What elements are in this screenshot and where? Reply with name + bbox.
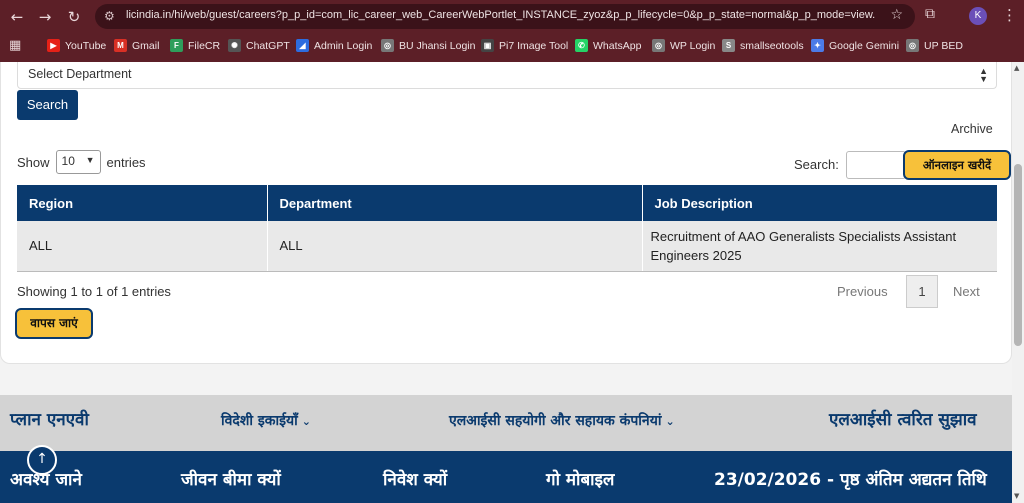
address-row: ← → ↻ ⚙ licindia.in/hi/web/guest/careers… [0,0,1024,33]
page-number-button[interactable]: 1 [906,275,938,308]
bookmark-label: Google Gemini [829,39,900,52]
table-info: Showing 1 to 1 of 1 entries [17,284,171,299]
bookmark-chatgpt[interactable]: ✺ ChatGPT [228,37,290,54]
bookmark-pi7-image-tool[interactable]: ▣ Pi7 Image Tool [481,37,568,54]
select-arrows-icon: ▲ ▼ [979,66,988,84]
chevron-down-icon: ⌄ [301,415,311,428]
bookmark-label: WP Login [670,39,716,52]
last-updated-date: 23/02/2026 - पृष्ठ अंतिम अद्यतन तिथि [714,470,987,490]
gemini-icon: ✦ [811,39,824,52]
whatsapp-icon: ✆ [575,39,588,52]
youtube-icon: ▶ [47,39,60,52]
bookmark-label: Admin Login [314,39,373,52]
bookmark-up-bed[interactable]: ◎ UP BED [906,37,963,54]
department-select-value: Select Department [28,67,132,81]
browser-chrome: ← → ↻ ⚙ licindia.in/hi/web/guest/careers… [0,0,1024,62]
footer-link-why-invest[interactable]: निवेश क्यों [383,467,447,490]
cell-department: ALL [267,221,643,272]
department-select[interactable]: Select Department ▲ ▼ [17,62,997,89]
bookmark-label: Pi7 Image Tool [499,39,569,52]
back-arrow-icon[interactable]: ← [6,6,28,28]
browser-menu-icon[interactable]: ⋮ [1002,6,1017,24]
table-header-row: Region Department Job Description [17,185,997,221]
bookmark-bu-jhansi-login[interactable]: ◎ BU Jhansi Login [381,37,475,54]
pi7-icon: ▣ [481,39,494,52]
table-search-input[interactable] [846,151,906,179]
bookmark-label: smallseotools [740,39,804,52]
arrow-up-icon: ↑ [36,451,48,467]
entries-select-value: 10 [61,154,75,168]
globe-icon: ◎ [652,39,665,52]
bookmark-label: ChatGPT [246,39,290,52]
globe-icon: ◎ [906,39,919,52]
entries-label: entries [106,154,146,170]
bookmark-label: UP BED [924,39,963,52]
site-info-icon[interactable]: ⚙ [104,8,118,24]
online-buy-button[interactable]: ऑनलाइन खरीदें [903,150,1011,180]
footer-link-foreign-units[interactable]: विदेशी इकाईयाँ ⌄ [221,411,311,430]
chevron-down-icon: ⌄ [665,415,675,428]
bookmark-whatsapp[interactable]: ✆ WhatsApp [575,37,641,54]
globe-icon: ◎ [381,39,394,52]
previous-page-button[interactable]: Previous [837,284,888,299]
bookmark-google-gemini[interactable]: ✦ Google Gemini [811,37,899,54]
jobs-table: Region Department Job Description ALL AL… [17,185,997,272]
footer-links-light: प्लान एनएवी विदेशी इकाईयाँ ⌄ एलआईसी सहयोग… [0,395,1012,451]
bookmark-admin-login[interactable]: ◢ Admin Login [296,37,372,54]
next-page-button[interactable]: Next [953,284,980,299]
smallseotools-icon: S [722,39,735,52]
footer-link-quick-suggestions[interactable]: एलआईसी त्वरित सुझाव [829,407,977,430]
table-search-label: Search: [794,157,839,172]
bookmark-filecr[interactable]: F FileCR [170,37,220,54]
scroll-down-arrow-icon[interactable]: ▼ [1014,492,1019,500]
column-header-department[interactable]: Department [267,185,643,221]
table-row: ALL ALL Recruitment of AAO Generalists S… [17,221,997,272]
gmail-icon: M [114,39,127,52]
footer-link-why-insurance[interactable]: जीवन बीमा क्यों [181,467,281,490]
entries-length-control: Show 10 ▼ entries [17,150,146,174]
bookmark-star-icon[interactable]: ☆ [890,7,903,23]
footer-link-plan-nav[interactable]: प्लान एनएवी [10,407,89,430]
archive-link[interactable]: Archive [951,122,993,136]
scroll-up-arrow-icon[interactable]: ▲ [1014,64,1019,72]
bookmarks-bar: ▶ YouTube M Gmail F FileCR ✺ ChatGPT ◢ Admin Logi… [0,33,1024,58]
go-back-button[interactable]: वापस जाएं [15,308,93,339]
admin-login-icon: ◢ [296,39,309,52]
column-header-region[interactable]: Region [17,185,268,221]
scrollbar-thumb[interactable] [1014,164,1022,346]
column-header-job-description[interactable]: Job Description [642,185,997,221]
bookmark-label: BU Jhansi Login [399,39,476,52]
bookmark-youtube[interactable]: ▶ YouTube [47,37,106,54]
footer-link-associates-label: एलआईसी सहयोगी और सहायक कंपनियां [449,413,662,429]
profile-avatar[interactable]: K [969,7,987,25]
footer-link-foreign-units-label: विदेशी इकाईयाँ [221,413,298,429]
chevron-down-icon: ▼ [85,155,95,165]
reload-icon[interactable]: ↻ [63,6,85,28]
bookmark-smallseotools[interactable]: Ssmallseotools [722,37,804,54]
cell-job-description[interactable]: Recruitment of AAO Generalists Specialis… [642,221,997,272]
entries-select[interactable]: 10 ▼ [55,150,101,174]
forward-arrow-icon[interactable]: → [34,6,56,28]
bookmark-label: WhatsApp [593,39,642,52]
extensions-icon[interactable]: ⧉ [925,6,935,22]
footer-link-go-mobile[interactable]: गो मोबाइल [546,467,614,490]
cell-region: ALL [17,221,268,272]
url-text[interactable]: licindia.in/hi/web/guest/careers?p_p_id=… [126,9,876,21]
show-label: Show [17,154,50,170]
bookmark-label: YouTube [65,39,107,52]
page-scrollbar[interactable]: ▲ ▼ [1012,62,1024,503]
scroll-to-top-button[interactable]: ↑ [27,445,57,475]
footer-links-dark: अवश्य जाने जीवन बीमा क्यों निवेश क्यों ग… [0,451,1012,503]
footer-link-associates[interactable]: एलआईसी सहयोगी और सहायक कंपनियां ⌄ [449,411,675,430]
bookmark-label: FileCR [188,39,221,52]
chatgpt-icon: ✺ [228,39,241,52]
bookmark-gmail[interactable]: M Gmail [114,37,159,54]
bookmark-label: Gmail [132,39,160,52]
page-content: Select Department ▲ ▼ Search Archive Show… [0,62,1012,503]
bookmark-wp-login[interactable]: ◎ WP Login [652,37,715,54]
filecr-icon: F [170,39,183,52]
address-bar[interactable]: ⚙ licindia.in/hi/web/guest/careers?p_p_i… [95,4,915,29]
careers-card: Select Department ▲ ▼ Search Archive Show… [0,62,1012,364]
search-button[interactable]: Search [17,90,78,120]
